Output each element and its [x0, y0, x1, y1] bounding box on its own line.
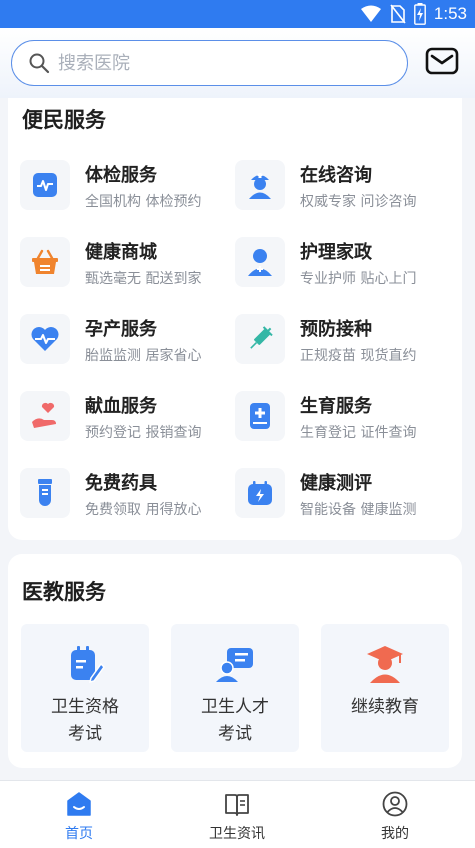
service-subtitle: 胎监监测 居家省心: [85, 348, 202, 364]
search-input[interactable]: [58, 52, 378, 74]
service-item-health-mall[interactable]: 健康商城 甄选毫无 配送到家: [20, 235, 234, 295]
nav-tab-health-news[interactable]: 卫生资讯: [158, 781, 316, 848]
service-item-vaccination[interactable]: 预防接种 正规疫苗 现货直约: [235, 312, 449, 372]
mail-icon: [425, 47, 459, 75]
nav-label: 卫生资讯: [209, 826, 265, 842]
search-icon: [29, 53, 50, 74]
nav-tab-home[interactable]: 首页: [0, 781, 158, 848]
home-icon: [67, 792, 91, 816]
service-title: 预防接种: [300, 319, 372, 340]
header: [0, 28, 475, 98]
blood-donation-icon: [20, 391, 70, 441]
service-subtitle: 正规疫苗 现货直约: [300, 348, 417, 364]
health-check-icon: [20, 160, 70, 210]
edu-item-continuing-education[interactable]: 继续教育: [321, 624, 449, 752]
service-title: 献血服务: [85, 396, 157, 417]
service-title: 护理家政: [300, 242, 372, 263]
service-title: 孕产服务: [85, 319, 157, 340]
nav-tab-profile[interactable]: 我的: [316, 781, 474, 848]
calendar-assess-icon: [235, 468, 285, 518]
battery-charging-icon: [414, 3, 426, 25]
service-title: 生育服务: [300, 396, 372, 417]
section-title: 医教服务: [22, 580, 106, 604]
service-title: 健康商城: [85, 242, 157, 263]
nav-label: 我的: [381, 826, 409, 842]
service-subtitle: 全国机构 体检预约: [85, 194, 202, 210]
service-item-fertility[interactable]: 生育服务 生育登记 证件查询: [235, 389, 449, 449]
section-title: 便民服务: [22, 108, 106, 132]
talent-card-icon: [216, 648, 253, 682]
service-subtitle: 生育登记 证件查询: [300, 425, 417, 441]
heart-pulse-icon: [20, 314, 70, 364]
medicine-bottle-icon: [20, 468, 70, 518]
edu-label: 继续教育: [351, 697, 419, 717]
service-item-maternity[interactable]: 孕产服务 胎监监测 居家省心: [20, 312, 234, 372]
exam-edit-icon: [71, 646, 105, 684]
caregiver-icon: [235, 237, 285, 287]
service-subtitle: 预约登记 报销查询: [85, 425, 202, 441]
edu-item-health-talent-exam[interactable]: 卫生人才 考试: [171, 624, 299, 752]
news-book-icon: [225, 794, 249, 816]
edu-label: 卫生人才 考试: [201, 697, 269, 744]
shopping-basket-icon: [20, 237, 70, 287]
nav-label: 首页: [65, 826, 93, 842]
medical-education-card: 医教服务 卫生资格 考试 卫生人才 考试 继续教育: [8, 554, 462, 768]
nurse-icon: [235, 160, 285, 210]
service-subtitle: 免费领取 用得放心: [85, 502, 202, 518]
profile-icon: [382, 791, 408, 817]
bottom-nav: 首页 卫生资讯 我的: [0, 780, 475, 848]
status-time: 1:53: [433, 4, 467, 23]
service-subtitle: 甄选毫无 配送到家: [85, 271, 202, 287]
mail-button[interactable]: [424, 45, 460, 77]
service-item-free-medicine[interactable]: 免费药具 免费领取 用得放心: [20, 466, 234, 526]
service-subtitle: 权威专家 问诊咨询: [300, 194, 417, 210]
search-bar[interactable]: [11, 40, 408, 86]
no-sim-icon: [390, 4, 406, 24]
service-title: 免费药具: [85, 473, 157, 494]
service-item-online-consult[interactable]: 在线咨询 权威专家 问诊咨询: [235, 158, 449, 218]
service-title: 体检服务: [85, 165, 157, 186]
status-bar: 1:53: [0, 0, 475, 28]
edu-item-health-qualification-exam[interactable]: 卫生资格 考试: [21, 624, 149, 752]
edu-label: 卫生资格 考试: [51, 697, 119, 744]
syringe-icon: [235, 314, 285, 364]
service-subtitle: 智能设备 健康监测: [300, 502, 417, 518]
service-item-blood-donation[interactable]: 献血服务 预约登记 报销查询: [20, 389, 234, 449]
convenience-services-card: 便民服务 体检服务 全国机构 体检预约 在线咨询 权威专家 问诊咨询 健康商城 …: [8, 98, 462, 540]
service-subtitle: 专业护师 贴心上门: [300, 271, 417, 287]
service-item-physical-exam[interactable]: 体检服务 全国机构 体检预约: [20, 158, 234, 218]
graduate-icon: [367, 646, 403, 683]
status-icons: 1:53: [360, 2, 467, 26]
service-title: 在线咨询: [300, 165, 372, 186]
medical-record-icon: [235, 391, 285, 441]
service-item-health-assessment[interactable]: 健康测评 智能设备 健康监测: [235, 466, 449, 526]
service-title: 健康测评: [300, 473, 372, 494]
service-item-nursing-housekeeping[interactable]: 护理家政 专业护师 贴心上门: [235, 235, 449, 295]
wifi-icon: [360, 5, 381, 22]
